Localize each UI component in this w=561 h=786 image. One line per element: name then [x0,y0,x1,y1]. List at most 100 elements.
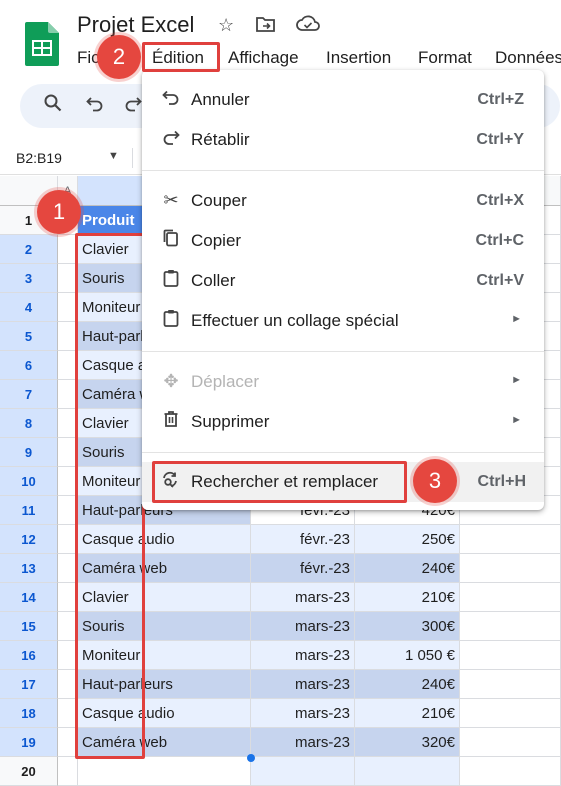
fill-handle[interactable] [247,754,255,762]
cell-e[interactable] [460,583,561,612]
menu-item-delete[interactable]: Supprimer ► [142,402,544,442]
cell-amount[interactable]: 240€ [355,554,460,583]
cell-amount[interactable]: 240€ [355,670,460,699]
menu-item-copy[interactable]: Copier Ctrl+C [142,221,544,261]
cell-amount[interactable] [355,757,460,786]
row-header[interactable]: 20 [0,757,58,786]
cell-e[interactable] [460,641,561,670]
cell-date[interactable]: mars-23 [251,641,355,670]
menu-item-undo[interactable]: Annuler Ctrl+Z [142,80,544,120]
step-badge-1: 1 [37,190,81,234]
cell-e[interactable] [460,554,561,583]
menu-separator [142,351,544,352]
cell-e[interactable] [460,525,561,554]
menu-affichage[interactable]: Affichage [228,48,299,68]
submenu-arrow-icon: ► [511,313,522,325]
cell-date[interactable]: mars-23 [251,583,355,612]
undo-icon[interactable] [86,94,104,118]
cell-date[interactable] [251,757,355,786]
row-header[interactable]: 17 [0,670,58,699]
paste-icon [160,269,182,291]
cell-amount[interactable]: 210€ [355,699,460,728]
row-header[interactable]: 3 [0,264,58,293]
step-badge-3: 3 [413,459,457,503]
row-header[interactable]: 7 [0,380,58,409]
row-header[interactable]: 13 [0,554,58,583]
menu-item-cut[interactable]: ✂ Couper Ctrl+X [142,181,544,221]
menu-item-label: Effectuer un collage spécial [191,311,399,330]
document-title[interactable]: Projet Excel [77,12,194,38]
star-icon[interactable]: ☆ [218,15,234,36]
menu-item-label: Annuler [191,90,250,109]
menu-bar: Fichier Édition Affichage Insertion Form… [0,40,561,74]
menu-item-label: Supprimer [191,412,270,431]
annotation-box-find-replace [152,461,407,503]
menu-item-paste-special[interactable]: Effectuer un collage spécial ► [142,301,544,341]
row-header[interactable]: 8 [0,409,58,438]
cell-date[interactable]: mars-23 [251,728,355,757]
menu-item-redo[interactable]: Rétablir Ctrl+Y [142,120,544,160]
menu-separator [142,452,544,453]
row-header[interactable]: 5 [0,322,58,351]
submenu-arrow-icon: ► [511,414,522,426]
shortcut-label: Ctrl+Y [476,131,524,148]
menu-item-label: Coller [191,271,236,290]
step-badge-2: 2 [97,35,141,79]
menu-item-move: ✥ Déplacer ► [142,362,544,402]
redo-icon [160,128,182,150]
row-header[interactable]: 19 [0,728,58,757]
menu-donnees[interactable]: Données [495,48,561,68]
redo-icon[interactable] [124,94,142,118]
row-header[interactable]: 4 [0,293,58,322]
copy-icon [160,229,182,251]
row-header[interactable]: 9 [0,438,58,467]
menu-insertion[interactable]: Insertion [326,48,391,68]
row-header[interactable]: 16 [0,641,58,670]
row-header[interactable]: 14 [0,583,58,612]
menu-item-label: Copier [191,231,242,250]
cell-date[interactable]: mars-23 [251,612,355,641]
cell-amount[interactable]: 210€ [355,583,460,612]
name-box[interactable]: B2:B19 [16,150,62,166]
cell-e[interactable] [460,757,561,786]
row-header[interactable]: 15 [0,612,58,641]
row-header[interactable]: 11 [0,496,58,525]
shortcut-label: Ctrl+X [476,192,524,209]
annotation-box-column [75,233,145,759]
move-folder-icon[interactable] [256,15,276,38]
cell-amount[interactable]: 250€ [355,525,460,554]
edit-menu: Annuler Ctrl+Z Rétablir Ctrl+Y ✂ Couper … [142,70,544,510]
cell-date[interactable]: févr.-23 [251,554,355,583]
row-header[interactable]: 2 [0,235,58,264]
cell-date[interactable]: mars-23 [251,699,355,728]
cell-amount[interactable]: 320€ [355,728,460,757]
menu-separator [142,170,544,171]
cell-a[interactable] [58,757,78,786]
cell-e[interactable] [460,699,561,728]
cell-e[interactable] [460,728,561,757]
cell-date[interactable]: mars-23 [251,670,355,699]
chevron-down-icon[interactable]: ▼ [108,150,119,162]
cell-e[interactable] [460,670,561,699]
menu-item-label: Rétablir [191,130,250,149]
search-icon[interactable] [44,94,62,118]
menu-format[interactable]: Format [418,48,472,68]
row-header[interactable]: 12 [0,525,58,554]
row-header[interactable]: 6 [0,351,58,380]
annotation-box-edition-menu [142,42,220,72]
shortcut-label: Ctrl+V [476,272,524,289]
trash-icon [160,410,182,432]
shortcut-label: Ctrl+Z [477,91,524,108]
row-header[interactable]: 10 [0,467,58,496]
row-header[interactable]: 18 [0,699,58,728]
cell-amount[interactable]: 300€ [355,612,460,641]
cell-product[interactable] [78,757,251,786]
menu-item-paste[interactable]: Coller Ctrl+V [142,261,544,301]
move-icon: ✥ [163,371,179,391]
cloud-saved-icon[interactable] [296,15,320,38]
cell-date[interactable]: févr.-23 [251,525,355,554]
submenu-arrow-icon: ► [511,374,522,386]
cell-e[interactable] [460,612,561,641]
shortcut-label: Ctrl+C [475,232,524,249]
cell-amount[interactable]: 1 050 € [355,641,460,670]
